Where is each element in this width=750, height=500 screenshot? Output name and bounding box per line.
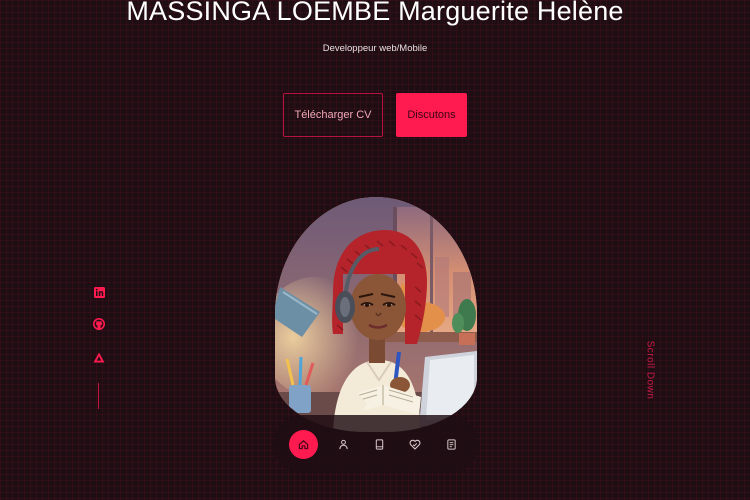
nav-contact[interactable] [433,426,469,462]
download-cv-button[interactable]: Télécharger CV [283,93,383,137]
document-icon [446,438,456,450]
github-icon[interactable] [92,317,106,331]
social-divider [98,383,99,409]
nav-experience[interactable] [361,426,397,462]
home-icon [298,439,309,449]
nav-home[interactable] [289,429,318,459]
scroll-down-link[interactable]: Scroll Down [645,341,656,400]
avatar [275,197,477,432]
nav-services[interactable] [397,426,433,462]
triangle-icon[interactable] [92,350,106,364]
user-icon [338,439,348,449]
nav-about[interactable] [325,426,361,462]
book-icon [375,438,383,450]
contact-button[interactable]: Discutons [396,93,467,137]
bottom-nav [273,415,479,473]
hero-role: Developpeur web/Mobile [322,43,428,54]
heart-icon [409,439,421,450]
hero-name: MASSINGA LOEMBE Marguerite Helène [126,0,624,26]
linkedin-icon[interactable] [92,285,106,299]
